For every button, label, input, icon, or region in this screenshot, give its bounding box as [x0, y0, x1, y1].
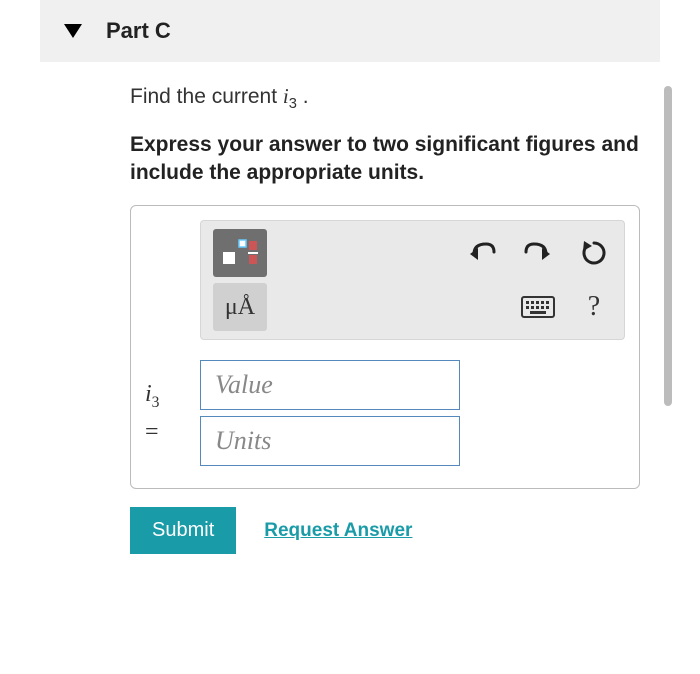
- instructions-text: Express your answer to two significant f…: [130, 131, 640, 188]
- redo-button[interactable]: [520, 235, 556, 271]
- part-header[interactable]: Part C: [40, 0, 660, 62]
- help-button[interactable]: ?: [576, 289, 612, 325]
- collapse-icon: [64, 24, 82, 38]
- formatting-toolbar: μÅ ?: [200, 220, 625, 340]
- request-answer-link[interactable]: Request Answer: [264, 520, 412, 542]
- content-area: Find the current i3 . Express your answe…: [130, 82, 640, 554]
- answer-input-row: i3 =: [145, 360, 625, 466]
- question-text: Find the current i3 .: [130, 82, 640, 115]
- part-title: Part C: [106, 18, 171, 44]
- value-input[interactable]: [200, 360, 460, 410]
- variable-label: i3 =: [145, 381, 200, 445]
- units-input[interactable]: [200, 416, 460, 466]
- keyboard-button[interactable]: [520, 289, 556, 325]
- scrollbar-thumb[interactable]: [664, 86, 672, 406]
- action-row: Submit Request Answer: [130, 507, 640, 554]
- answer-box: μÅ ? i3 =: [130, 205, 640, 489]
- submit-button[interactable]: Submit: [130, 507, 236, 554]
- template-picker-button[interactable]: [213, 229, 267, 277]
- special-units-button[interactable]: μÅ: [213, 283, 267, 331]
- undo-button[interactable]: [464, 235, 500, 271]
- reset-button[interactable]: [576, 235, 612, 271]
